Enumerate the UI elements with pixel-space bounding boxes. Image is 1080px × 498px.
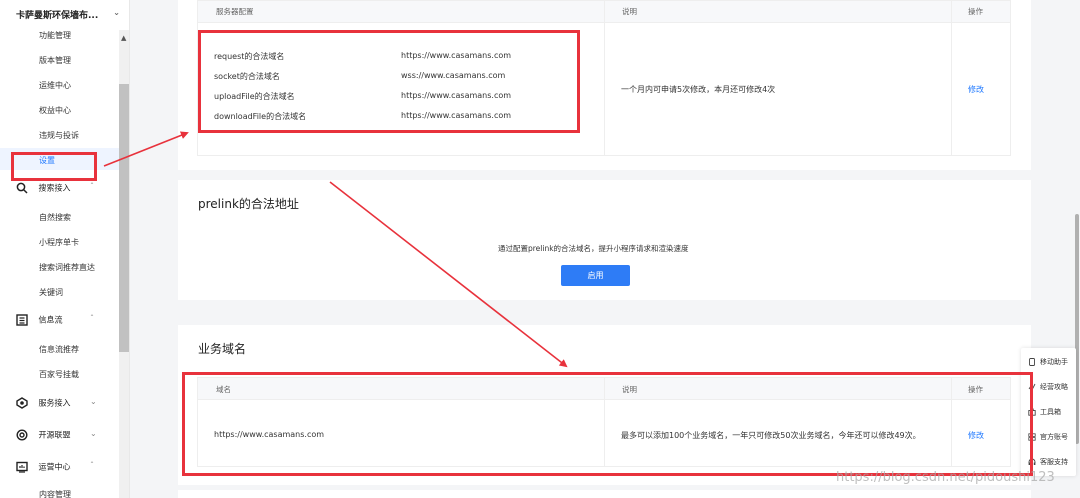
mobile-icon [1029,358,1035,366]
header-description: 说明 [622,7,637,16]
next-card [178,490,1031,498]
business-domain-title: 业务域名 [198,342,247,356]
sidebar-item-keywords[interactable]: 关键词 [39,287,63,298]
enable-button[interactable]: 启用 [561,265,630,286]
annotation-box-server-config [198,30,580,133]
sidebar-scrollbar-thumb[interactable] [119,84,129,352]
watermark: https://blog.csdn.net/pidoushi123 [836,470,1055,485]
sidebar-item-search-word[interactable]: 搜索词推荐直达 [39,262,95,273]
prelink-description: 通过配置prelink的合法域名，提升小程序请求和渲染速度 [498,244,689,253]
tool-label: 经营攻略 [1040,383,1068,391]
sidebar-item-version-mgmt[interactable]: 版本管理 [39,55,71,66]
tool-label: 工具箱 [1040,408,1061,416]
group-label: 信息流 [38,315,63,325]
sidebar-item-baijiahao[interactable]: 百家号挂载 [39,369,79,380]
chevron-down-icon: ⌄ [113,8,120,17]
sidebar-item-content-mgmt[interactable]: 内容管理 [39,489,71,498]
chevron-up-icon: ˆ [90,314,94,323]
column-divider [604,1,605,155]
tool-label: 移动助手 [1040,358,1068,366]
server-config-description: 一个月内可申请5次修改，本月还可修改4次 [621,85,776,94]
column-divider [951,1,952,155]
chevron-down-icon: ⌄ [90,429,97,438]
alliance-icon [16,429,28,441]
chevron-up-icon: ˆ [90,461,94,470]
tool-strategy[interactable]: 经营攻略 [1028,382,1068,392]
app-name: 卡萨曼斯环保墙布... [16,11,99,21]
search-icon [16,182,28,194]
annotation-box-settings [11,152,97,181]
group-label: 服务接入 [38,398,71,408]
modify-server-config-link[interactable]: 修改 [968,84,984,95]
sidebar-group-operations[interactable]: 运营中心 ˆ [16,461,112,473]
tool-official-account[interactable]: 官方账号 [1028,432,1068,442]
sidebar-item-miniapp-card[interactable]: 小程序单卡 [39,237,79,248]
sidebar-item-natural-search[interactable]: 自然搜索 [39,212,71,223]
header-action: 操作 [968,7,983,16]
sidebar-item-feed-recommend[interactable]: 信息流推荐 [39,344,79,355]
tool-label: 客服支持 [1040,458,1068,466]
annotation-box-business-domain [182,372,1033,476]
header-server-config: 服务器配置 [216,7,254,16]
sidebar-item-feature-mgmt[interactable]: 功能管理 [39,30,71,41]
tool-label: 官方账号 [1040,433,1068,441]
sidebar-group-feed[interactable]: 信息流 ˆ [16,314,112,326]
sidebar: 卡萨曼斯环保墙布... ⌄ 功能管理 版本管理 运维中心 权益中心 违规与投诉 … [0,0,130,498]
sidebar-item-rights-center[interactable]: 权益中心 [39,105,71,116]
sidebar-group-open-alliance[interactable]: 开源联盟 ⌄ [16,429,112,441]
group-label: 开源联盟 [38,430,71,440]
app-switcher[interactable]: 卡萨曼斯环保墙布... ⌄ [16,8,120,21]
tool-mobile-assistant[interactable]: 移动助手 [1028,357,1068,367]
service-icon [16,397,28,409]
sidebar-item-ops-center[interactable]: 运维中心 [39,80,71,91]
sidebar-group-search[interactable]: 搜索接入 ˆ [16,182,112,194]
group-label: 运营中心 [38,462,71,472]
tool-customer-support[interactable]: 客服支持 [1028,457,1068,467]
sidebar-item-violations[interactable]: 违规与投诉 [39,130,79,141]
chevron-down-icon: ⌄ [90,397,97,406]
group-label: 搜索接入 [38,183,71,193]
feed-icon [16,314,28,326]
sidebar-group-service[interactable]: 服务接入 ⌄ [16,397,112,409]
chevron-up-icon: ˆ [90,182,94,191]
operations-icon [16,461,28,473]
prelink-title: prelink的合法地址 [198,197,299,211]
scroll-up-arrow-icon[interactable]: ▲ [121,34,126,42]
